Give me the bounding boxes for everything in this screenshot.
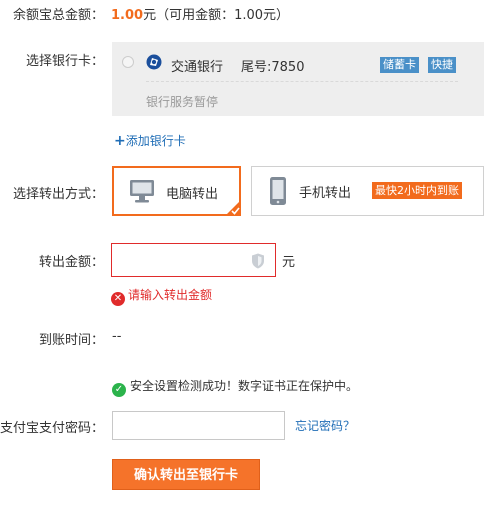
bank-card-radio[interactable]: [122, 56, 134, 68]
fast-arrival-badge: 最快2小时内到账: [372, 182, 462, 199]
password-label: 支付宝支付密码：: [0, 421, 105, 436]
mobile-phone-icon: [270, 177, 286, 205]
bank-logo-icon: [146, 54, 162, 70]
error-icon: ✕: [111, 292, 125, 306]
amount-unit: 元: [282, 255, 296, 270]
card-tail-number: 尾号:7850: [241, 60, 305, 75]
forgot-password-link[interactable]: 忘记密码？: [295, 417, 355, 434]
balance-amount: 1.00: [111, 8, 144, 23]
password-input[interactable]: [112, 411, 285, 440]
card-type-tag: 储蓄卡: [380, 57, 419, 73]
success-check-icon: ✓: [112, 383, 126, 397]
arrival-time-value: --: [112, 329, 122, 344]
method-phone-option[interactable]: 手机转出 最快2小时内到账: [251, 166, 484, 216]
selected-check-icon: [225, 200, 241, 216]
confirm-transfer-button[interactable]: 确认转出至银行卡: [112, 459, 260, 490]
plus-icon: +: [114, 133, 126, 149]
bank-service-note: 银行服务暂停: [146, 95, 219, 109]
security-status: ✓ 安全设置检测成功！数字证书正在保护中。: [112, 377, 358, 397]
amount-error-text: 请输入转出金额: [128, 288, 213, 302]
bank-card-option[interactable]: 交通银行 尾号:7850 储蓄卡 快捷 银行服务暂停: [112, 42, 484, 116]
bank-card-label: 选择银行卡：: [25, 54, 104, 69]
method-phone-label: 手机转出: [299, 186, 352, 201]
desktop-icon: [130, 180, 154, 203]
add-bank-card-link[interactable]: +添加银行卡: [114, 132, 186, 149]
balance-suffix: 元（可用金额：1.00元）: [143, 8, 290, 23]
amount-input[interactable]: [111, 243, 276, 277]
security-status-text: 安全设置检测成功！数字证书正在保护中。: [130, 379, 359, 393]
arrival-time-label: 到账时间：: [38, 333, 104, 348]
quick-pay-tag: 快捷: [428, 57, 456, 73]
bank-divider: [146, 81, 458, 82]
method-pc-label: 电脑转出: [166, 187, 219, 202]
transfer-method-label: 选择转出方式：: [12, 187, 104, 202]
method-pc-option[interactable]: 电脑转出: [112, 166, 241, 216]
amount-label: 转出金额：: [38, 255, 104, 270]
balance-value: 1.00元（可用金额：1.00元）: [111, 4, 289, 23]
add-bank-card-label: 添加银行卡: [125, 134, 186, 148]
shield-icon: [252, 253, 264, 269]
amount-error: ✕ 请输入转出金额: [111, 286, 212, 306]
balance-label: 余额宝总金额：: [12, 8, 104, 23]
bank-name: 交通银行: [171, 60, 224, 75]
